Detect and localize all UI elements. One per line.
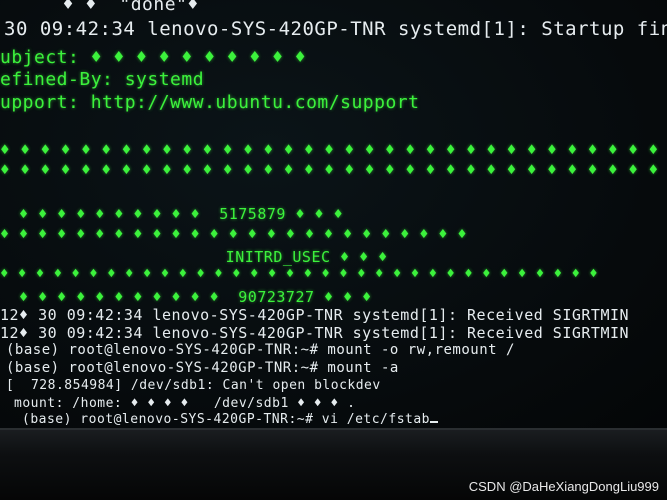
terminal-line-diamonds-3: ♦ ♦ ♦ ♦ ♦ ♦ ♦ ♦ ♦ ♦ ♦ ♦ ♦ ♦ ♦ ♦ ♦ ♦ ♦ ♦ …: [0, 225, 468, 243]
terminal-line-initrd: INITRD_USEC ♦ ♦ ♦: [16, 248, 388, 266]
terminal-line-startup: 30 09:42:34 lenovo-SYS-420GP-TNR systemd…: [4, 18, 667, 40]
terminal-line-sigrtmin-2: 12♦ 30 09:42:34 lenovo-SYS-420GP-TNR sys…: [0, 324, 630, 342]
terminal-cursor: [430, 421, 439, 423]
terminal-line-mount-home: mount: /home: ♦ ♦ ♦ ♦ /dev/sdb1 ♦ ♦ ♦ .: [14, 396, 356, 411]
terminal-line-blockdev-error: [ 728.854984] /dev/sdb1: Can't open bloc…: [6, 378, 381, 393]
terminal-line-defined-by: efined-By: systemd: [0, 69, 205, 90]
terminal-line-cmd-remount: (base) root@lenovo-SYS-420GP-TNR:~# moun…: [6, 342, 515, 358]
terminal-line-cmd-mount: (base) root@lenovo-SYS-420GP-TNR:~# moun…: [6, 360, 399, 376]
terminal-line-number-2: ♦ ♦ ♦ ♦ ♦ ♦ ♦ ♦ ♦ ♦ ♦ 90723727 ♦ ♦ ♦: [0, 288, 372, 306]
terminal-screen[interactable]: ♦ ♦ "done"♦ 30 09:42:34 lenovo-SYS-420GP…: [0, 0, 667, 430]
terminal-line-cmd-vi: (base) root@lenovo-SYS-420GP-TNR:~# vi /…: [22, 412, 439, 427]
watermark-text: CSDN @DaHeXiangDongLiu999: [468, 479, 659, 494]
terminal-line-done: ♦ ♦ "done"♦: [40, 0, 199, 15]
terminal-line-support: upport: http://www.ubuntu.com/support: [0, 92, 420, 113]
terminal-line-number-1: ♦ ♦ ♦ ♦ ♦ ♦ ♦ ♦ ♦ ♦ 5175879 ♦ ♦ ♦: [0, 205, 344, 223]
terminal-line-diamonds-1: ♦ ♦ ♦ ♦ ♦ ♦ ♦ ♦ ♦ ♦ ♦ ♦ ♦ ♦ ♦ ♦ ♦ ♦ ♦ ♦ …: [0, 140, 667, 159]
terminal-prompt-text: (base) root@lenovo-SYS-420GP-TNR:~# vi /…: [22, 412, 431, 427]
terminal-line-diamonds-4: ♦ ♦ ♦ ♦ ♦ ♦ ♦ ♦ ♦ ♦ ♦ ♦ ♦ ♦ ♦ ♦ ♦ ♦ ♦ ♦ …: [0, 266, 599, 282]
terminal-line-diamonds-2: ♦ ♦ ♦ ♦ ♦ ♦ ♦ ♦ ♦ ♦ ♦ ♦ ♦ ♦ ♦ ♦ ♦ ♦ ♦ ♦ …: [0, 160, 667, 179]
terminal-line-subject: ubject: ♦ ♦ ♦ ♦ ♦ ♦ ♦ ♦ ♦ ♦: [0, 47, 307, 68]
terminal-line-sigrtmin-1: 12♦ 30 09:42:34 lenovo-SYS-420GP-TNR sys…: [0, 306, 630, 324]
